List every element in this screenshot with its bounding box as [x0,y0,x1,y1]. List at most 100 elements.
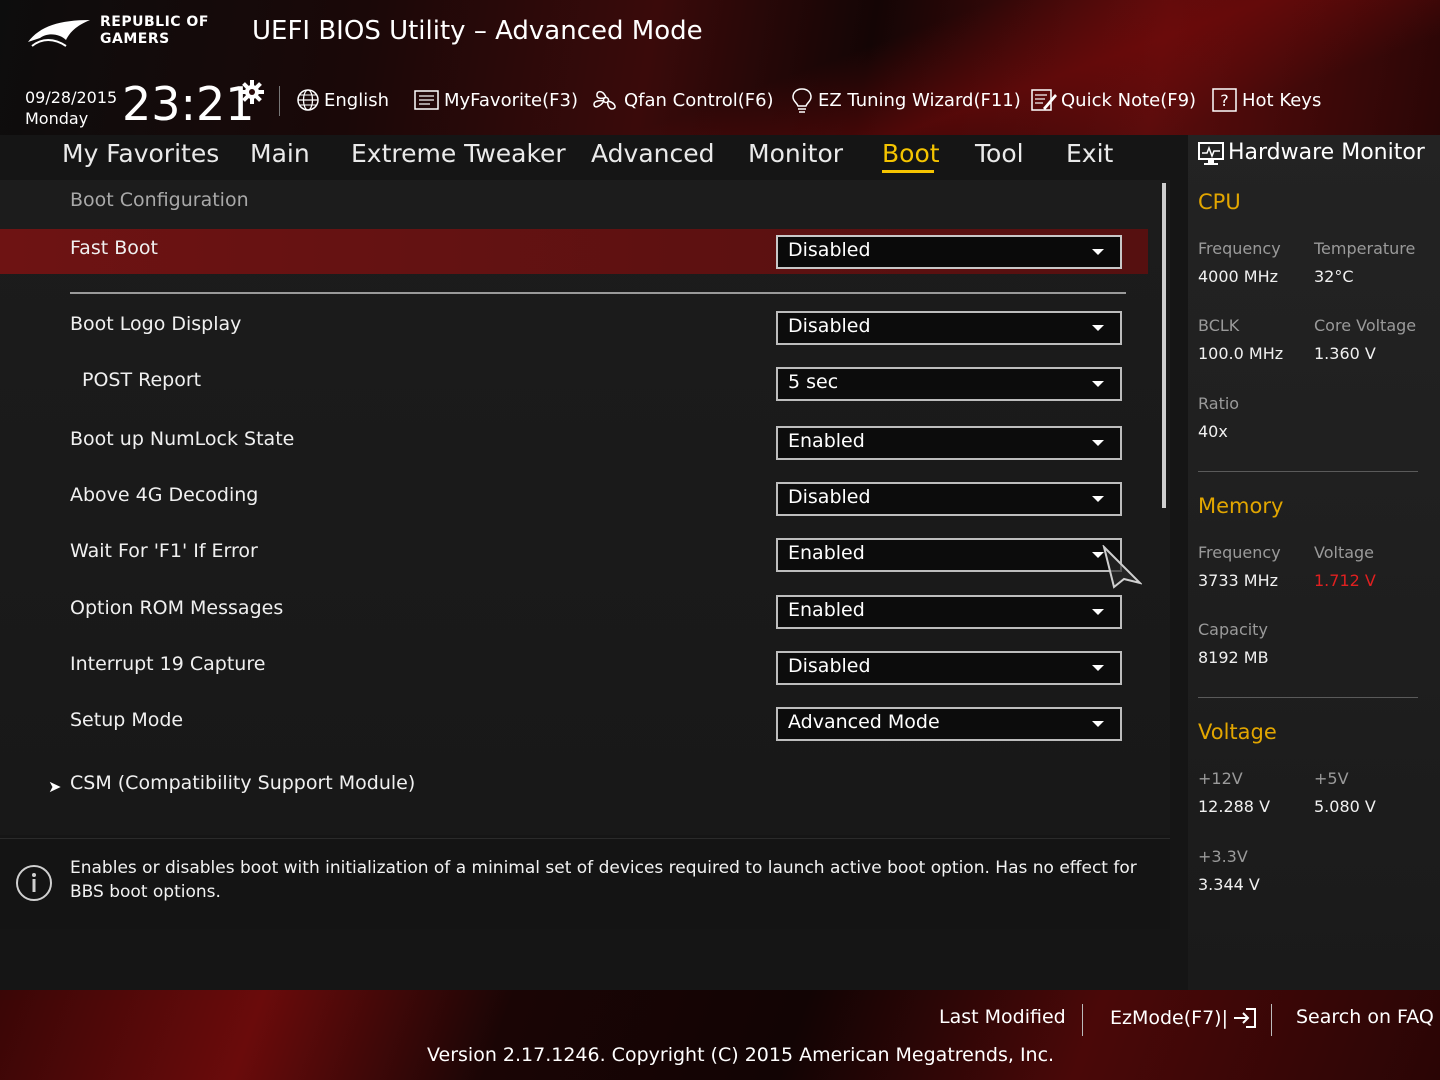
monitor-icon [1198,142,1224,165]
setting-label-post-report: POST Report [82,369,202,391]
hw-divider [1198,471,1418,472]
dropdown-value: Disabled [788,655,871,677]
cpu-section-title: CPU [1198,190,1241,214]
date-text: 09/28/2015 [25,88,118,107]
dropdown-arrow-icon [1092,665,1104,671]
dropdown-value: Advanced Mode [788,711,940,733]
v12-label: +12V [1198,769,1243,788]
core-voltage-label: Core Voltage [1314,316,1417,335]
tab-advanced[interactable]: Advanced [591,139,715,168]
dropdown-boot-logo[interactable]: Disabled [776,311,1122,345]
memory-section-title: Memory [1198,494,1284,518]
svg-text:?: ? [1220,91,1229,110]
note-icon [1031,89,1057,111]
app-title: UEFI BIOS Utility – Advanced Mode [252,16,703,46]
voltage-section-title: Voltage [1198,720,1277,744]
dropdown-value: 5 sec [788,371,839,393]
dropdown-setup-mode[interactable]: Advanced Mode [776,707,1122,741]
date-block: 09/28/2015 Monday [25,87,117,129]
setting-label-wait-f1: Wait For 'F1' If Error [70,540,258,562]
dropdown-interrupt-19[interactable]: Disabled [776,651,1122,685]
active-tab-underline [882,170,934,173]
last-modified-button[interactable]: Last Modified [939,1006,1066,1028]
myfavorite-label: MyFavorite(F3) [444,89,578,111]
dropdown-post-report[interactable]: 5 sec [776,367,1122,401]
scrollbar[interactable] [1162,183,1166,508]
bclk-label: BCLK [1198,316,1240,335]
tab-main[interactable]: Main [250,139,310,168]
toolbar-divider [279,86,280,116]
dropdown-numlock[interactable]: Enabled [776,426,1122,460]
hardware-monitor-title: Hardware Monitor [1228,140,1425,165]
dropdown-option-rom[interactable]: Enabled [776,595,1122,629]
tab-tool[interactable]: Tool [975,139,1024,168]
myfavorite-button[interactable]: MyFavorite(F3) [414,86,578,114]
dropdown-above-4g[interactable]: Disabled [776,482,1122,516]
hot-keys-button[interactable]: ? Hot Keys [1212,86,1321,114]
dropdown-wait-f1[interactable]: Enabled [776,538,1122,572]
rog-logo: REPUBLIC OF GAMERS [26,12,231,52]
tab-extreme-tweaker[interactable]: Extreme Tweaker [351,139,566,168]
memory-voltage-value: 1.712 V [1314,571,1376,590]
setting-label-setup-mode: Setup Mode [70,709,184,731]
row-divider [70,292,1126,294]
bclk-value: 100.0 MHz [1198,344,1284,363]
tab-my-favorites[interactable]: My Favorites [62,139,219,168]
dropdown-arrow-icon [1092,496,1104,502]
exit-arrow-icon [1234,1008,1256,1028]
tab-boot[interactable]: Boot [882,139,940,168]
submenu-csm[interactable]: CSM (Compatibility Support Module) [70,772,415,794]
bulb-icon [792,88,812,113]
section-title: Boot Configuration [70,189,249,211]
clock-time: 23:21 [122,77,255,131]
core-voltage-value: 1.360 V [1314,344,1376,363]
capacity-label: Capacity [1198,620,1268,639]
qfan-label: Qfan Control(F6) [624,89,774,111]
cpu-frequency-label: Frequency [1198,239,1281,258]
setting-label-above-4g: Above 4G Decoding [70,484,259,506]
dropdown-arrow-icon [1092,609,1104,615]
dropdown-arrow-icon [1092,440,1104,446]
dropdown-fast-boot[interactable]: Disabled [776,235,1122,269]
mouse-pointer-icon [1102,545,1142,589]
help-icon: ? [1212,88,1237,112]
v33-label: +3.3V [1198,847,1248,866]
favorite-icon [414,90,439,110]
tab-exit[interactable]: Exit [1066,139,1113,168]
language-button[interactable]: English [296,86,389,114]
dropdown-arrow-icon [1092,325,1104,331]
rog-eye-icon [28,20,90,47]
ezmode-button[interactable]: EzMode(F7)| [1110,1006,1258,1030]
quick-note-label: Quick Note(F9) [1061,89,1197,111]
rog-brand-text: REPUBLIC OF GAMERS [100,14,209,48]
footer-bar [0,990,1440,1080]
dropdown-value: Enabled [788,542,865,564]
fan-icon [593,90,616,110]
dropdown-value: Disabled [788,315,871,337]
tab-monitor[interactable]: Monitor [748,139,843,168]
ezmode-label: EzMode(F7)| [1110,1007,1228,1029]
ratio-label: Ratio [1198,394,1240,413]
v5-label: +5V [1314,769,1349,788]
dropdown-value: Enabled [788,430,865,452]
dropdown-arrow-icon [1092,721,1104,727]
cpu-frequency-value: 4000 MHz [1198,267,1279,286]
globe-icon [297,89,319,111]
dropdown-arrow-icon [1092,249,1104,255]
cpu-temperature-value: 32°C [1314,267,1354,286]
language-label: English [324,89,389,111]
setting-label-boot-logo: Boot Logo Display [70,313,242,335]
memory-frequency-label: Frequency [1198,543,1281,562]
setting-label-interrupt-19: Interrupt 19 Capture [70,653,266,675]
search-faq-button[interactable]: Search on FAQ [1296,1006,1434,1028]
setting-label-numlock: Boot up NumLock State [70,428,295,450]
info-icon [16,865,52,901]
quick-note-button[interactable]: Quick Note(F9) [1031,86,1196,114]
ez-tuning-button[interactable]: EZ Tuning Wizard(F11) [790,86,1021,114]
dropdown-value: Disabled [788,486,871,508]
brand-line1: REPUBLIC OF [100,14,209,30]
version-text: Version 2.17.1246. Copyright (C) 2015 Am… [427,1044,1055,1066]
qfan-button[interactable]: Qfan Control(F6) [592,86,774,114]
gear-icon[interactable] [240,80,264,104]
dropdown-value: Disabled [788,239,871,261]
